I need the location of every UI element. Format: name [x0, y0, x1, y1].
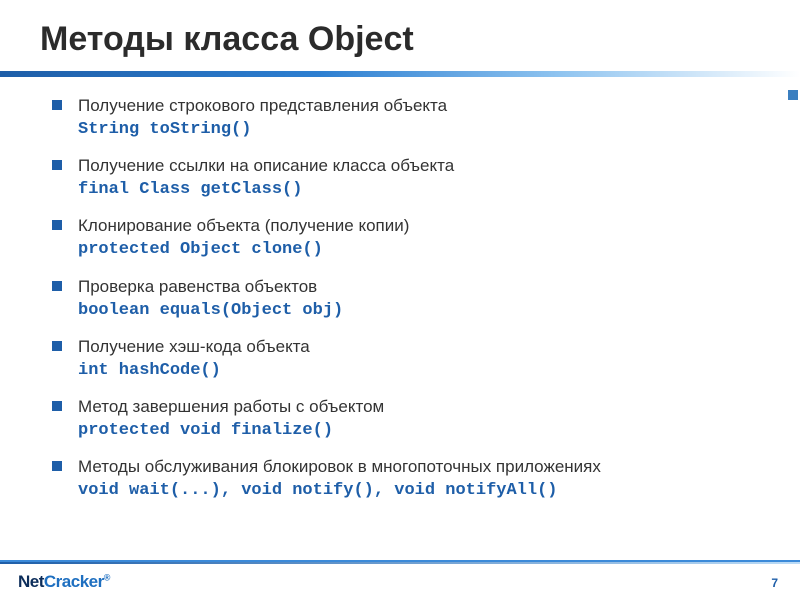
item-code: final Class getClass() [78, 180, 302, 199]
item-code: int hashCode() [78, 361, 221, 380]
list-item: Методы обслуживания блокировок в многопо… [50, 456, 760, 502]
item-description: Получение хэш-кода объекта [78, 337, 310, 356]
page-number: 7 [771, 576, 778, 590]
item-description: Получение ссылки на описание класса объе… [78, 156, 454, 175]
item-code: void wait(...), void notify(), void noti… [78, 481, 557, 500]
bullet-list: Получение строкового представления объек… [40, 95, 760, 502]
item-code: protected void finalize() [78, 421, 333, 440]
item-code: boolean equals(Object obj) [78, 301, 343, 320]
list-item: Получение ссылки на описание класса объе… [50, 155, 760, 201]
list-item: Получение строкового представления объек… [50, 95, 760, 141]
logo-registered-icon: ® [104, 572, 110, 582]
item-description: Методы обслуживания блокировок в многопо… [78, 457, 601, 476]
footer-divider [0, 562, 800, 564]
item-description: Получение строкового представления объек… [78, 96, 447, 115]
slide-title: Методы класса Object [40, 20, 760, 59]
list-item: Клонирование объекта (получение копии) p… [50, 215, 760, 261]
logo-part-cracker: Cracker [44, 572, 104, 591]
decorative-square-icon [788, 90, 798, 100]
item-code: String toString() [78, 120, 251, 139]
logo: NetCracker® [18, 572, 110, 592]
logo-part-net: Net [18, 572, 44, 591]
item-description: Клонирование объекта (получение копии) [78, 216, 409, 235]
list-item: Проверка равенства объектов boolean equa… [50, 276, 760, 322]
item-description: Проверка равенства объектов [78, 277, 317, 296]
footer: NetCracker® 7 [0, 560, 800, 600]
divider-bar [0, 71, 800, 77]
item-code: protected Object clone() [78, 240, 323, 259]
slide: Методы класса Object Получение строковог… [0, 0, 800, 600]
item-description: Метод завершения работы с объектом [78, 397, 384, 416]
list-item: Метод завершения работы с объектом prote… [50, 396, 760, 442]
list-item: Получение хэш-кода объекта int hashCode(… [50, 336, 760, 382]
